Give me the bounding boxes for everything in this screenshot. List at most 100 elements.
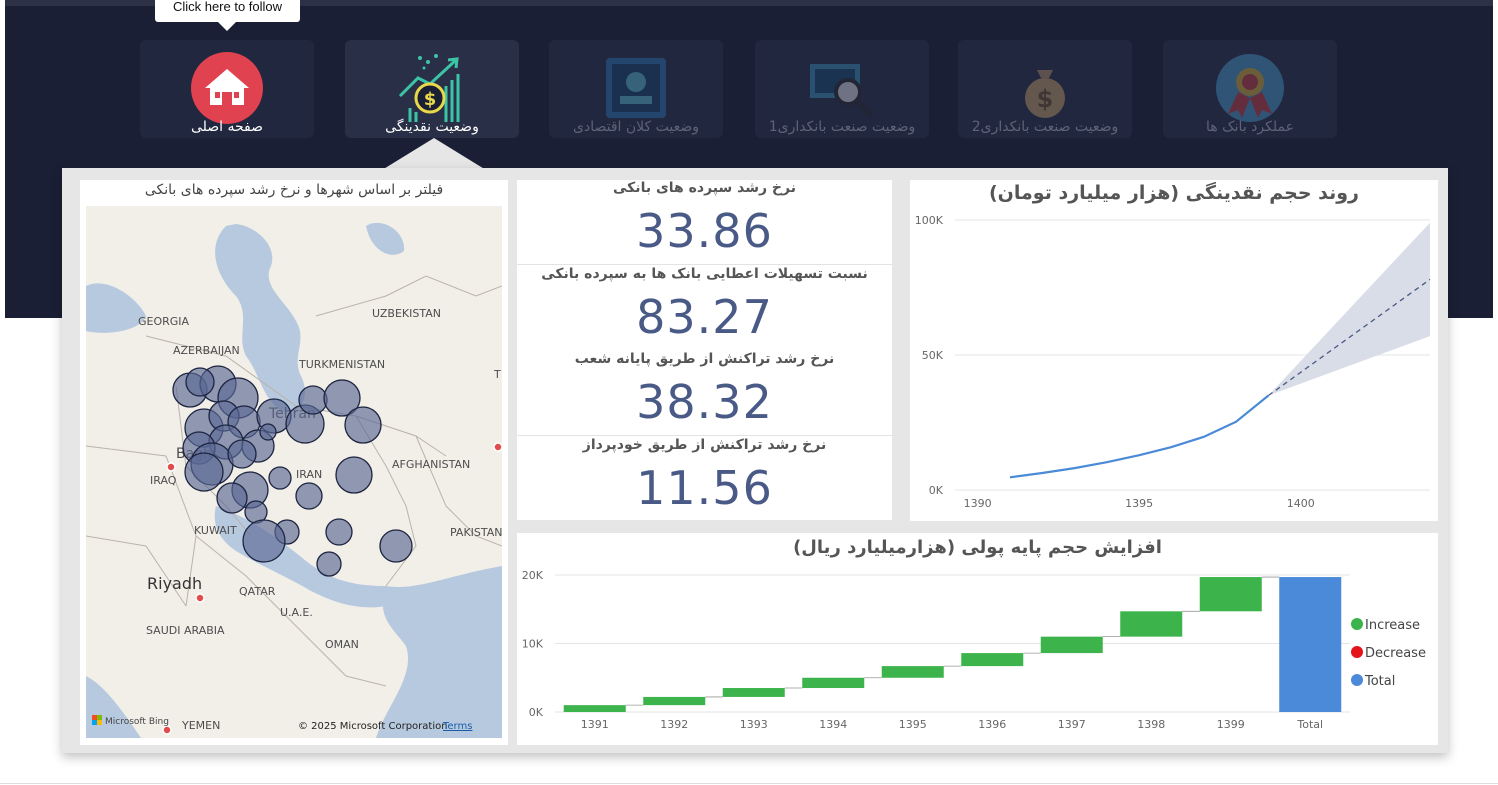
nav-home-button[interactable]: صفحه اصلی xyxy=(140,40,314,138)
bing-label: Microsoft Bing xyxy=(105,717,169,727)
city-bubble xyxy=(379,529,413,563)
kpi-label: نرخ رشد سپرده های بانکی xyxy=(613,180,796,196)
kpi-branch-terminal-growth: نرخ رشد تراکنش از طریق پایانه شعب 38.32 xyxy=(517,351,892,436)
label-georgia: GEORGIA xyxy=(138,315,190,328)
x-tick-label: Total xyxy=(1296,718,1323,731)
kpi-value: 83.27 xyxy=(636,290,773,344)
city-bubble xyxy=(185,367,215,397)
legend-label: Total xyxy=(1364,674,1395,689)
waterfall-bar xyxy=(1199,577,1262,612)
money-bag-icon: $ xyxy=(1025,70,1065,118)
kpi-divider xyxy=(517,435,892,436)
x-tick-label: 1390 xyxy=(964,497,992,510)
nav-macro-label: وضعیت کلان اقتصادی xyxy=(573,119,699,135)
city-bubble xyxy=(325,518,353,546)
city-bubble xyxy=(184,452,224,492)
nav-banking2-label: وضعیت صنعت بانکداری2 xyxy=(971,119,1119,135)
city-bubble xyxy=(298,385,328,415)
money-growth-icon: $ xyxy=(398,54,460,122)
nav-liquidity-button[interactable]: $ وضعیت نقدینگی xyxy=(345,40,519,138)
kpi-label: نرخ رشد تراکنش از طریق خودپرداز xyxy=(582,437,827,453)
waterfall-bar xyxy=(961,653,1024,667)
nav-liquidity-label: وضعیت نقدینگی xyxy=(385,119,479,135)
x-tick-label: 1395 xyxy=(1125,497,1153,510)
nav-bank-performance-button: عملکرد بانک ها xyxy=(1163,40,1337,138)
nav-bank-performance-label: عملکرد بانک ها xyxy=(1206,119,1294,135)
label-saudi-arabia: SAUDI ARABIA xyxy=(146,624,225,637)
kpi-deposit-growth: نرخ رشد سپرده های بانکی 33.86 xyxy=(517,180,892,265)
city-marker xyxy=(166,462,176,472)
kpi-divider xyxy=(517,264,892,265)
selection-caret xyxy=(382,138,486,170)
label-riyadh: Riyadh xyxy=(147,574,202,593)
kpi-value: 33.86 xyxy=(636,204,773,258)
waterfall-total-bar xyxy=(1279,577,1342,712)
nav-home-label: صفحه اصلی xyxy=(190,119,264,135)
kpi-label: نرخ رشد تراکنش از طریق پایانه شعب xyxy=(574,351,835,367)
map-title: فیلتر بر اساس شهرها و نرخ رشد سپرده های … xyxy=(144,182,444,198)
bubble-map[interactable]: GEORGIA AZERBAIJAN UZBEKISTAN TURKMENIST… xyxy=(86,206,502,738)
forecast-band xyxy=(1268,222,1430,396)
city-bubble xyxy=(242,519,286,563)
label-uae: U.A.E. xyxy=(280,606,313,619)
map-attribution: © 2025 Microsoft Corporation xyxy=(298,721,448,732)
bing-logo-square xyxy=(97,720,102,725)
svg-text:$: $ xyxy=(1037,85,1054,113)
city-bubble xyxy=(316,551,342,577)
legend-marker xyxy=(1351,646,1363,658)
waterfall-bar xyxy=(563,705,626,712)
legend-label: Decrease xyxy=(1365,646,1426,661)
y-tick-label: 0K xyxy=(929,484,944,497)
nav-banking1-label: وضعیت صنعت بانکداری1 xyxy=(768,119,916,135)
x-tick-label: 1392 xyxy=(660,718,688,731)
money-search-icon xyxy=(810,64,875,119)
x-tick-label: 1400 xyxy=(1287,497,1315,510)
city-bubble xyxy=(268,466,292,490)
follow-tooltip: Click here to follow xyxy=(155,0,300,31)
kpi-atm-growth: نرخ رشد تراکنش از طریق خودپرداز 11.56 xyxy=(517,437,892,522)
label-iran: IRAN xyxy=(296,468,322,481)
city-marker xyxy=(195,593,205,603)
liquidity-trend-card: روند حجم نقدینگی (هزار میلیارد تومان) 0K… xyxy=(910,180,1438,521)
x-tick-label: 1393 xyxy=(740,718,768,731)
svg-text:$: $ xyxy=(424,89,437,110)
liquidity-line-chart[interactable]: 0K 50K 100K 1390 1395 1400 xyxy=(910,180,1438,521)
award-ribbon-icon xyxy=(1216,54,1284,122)
kpi-card: نرخ رشد سپرده های بانکی 33.86 نسبت تسهیل… xyxy=(517,180,892,520)
x-tick-label: 1398 xyxy=(1137,718,1165,731)
y-tick-label: 0K xyxy=(529,706,544,719)
waterfall-bar xyxy=(802,677,865,689)
waterfall-bar xyxy=(643,696,706,706)
label-pakistan: PAKISTAN xyxy=(450,526,502,539)
label-azerbaijan: AZERBAIJAN xyxy=(173,344,240,357)
y-tick-label: 20K xyxy=(522,569,544,582)
bing-logo-square xyxy=(92,715,97,720)
label-turkmenistan: TURKMENISTAN xyxy=(298,358,385,371)
city-marker xyxy=(493,442,502,452)
monetary-base-card: افزایش حجم پایه پولی (هزارمیلیارد ریال) … xyxy=(517,533,1438,745)
label-edge-t: T xyxy=(493,368,501,381)
label-oman: OMAN xyxy=(325,638,359,651)
label-qatar: QATAR xyxy=(239,585,276,598)
page-bottom-divider xyxy=(0,783,1498,784)
x-tick-label: 1397 xyxy=(1058,718,1086,731)
nav-banking2-button: $ وضعیت صنعت بانکداری2 xyxy=(958,40,1132,138)
waterfall-bar xyxy=(1040,636,1103,654)
map-terms-link[interactable]: Terms xyxy=(442,721,472,732)
label-afghanistan: AFGHANISTAN xyxy=(392,458,470,471)
x-tick-label: 1394 xyxy=(819,718,847,731)
label-yemen: YEMEN xyxy=(181,719,220,732)
y-tick-label: 10K xyxy=(522,638,544,651)
monetary-base-waterfall-chart[interactable]: 0K 10K 20K 1391 1392 1393 1394 1395 1396 1397 1398… xyxy=(517,533,1438,745)
city-bubble xyxy=(259,423,277,441)
x-tick-label: 1399 xyxy=(1217,718,1245,731)
city-marker xyxy=(162,725,172,735)
city-bubble xyxy=(227,439,257,469)
city-bubble xyxy=(344,406,382,444)
kpi-value: 11.56 xyxy=(636,461,773,515)
nav-macro-button: وضعیت کلان اقتصادی xyxy=(549,40,723,138)
x-tick-label: 1391 xyxy=(581,718,609,731)
home-icon xyxy=(191,52,263,124)
liquidity-series-line xyxy=(1009,394,1270,479)
label-uzbekistan: UZBEKISTAN xyxy=(372,307,441,320)
